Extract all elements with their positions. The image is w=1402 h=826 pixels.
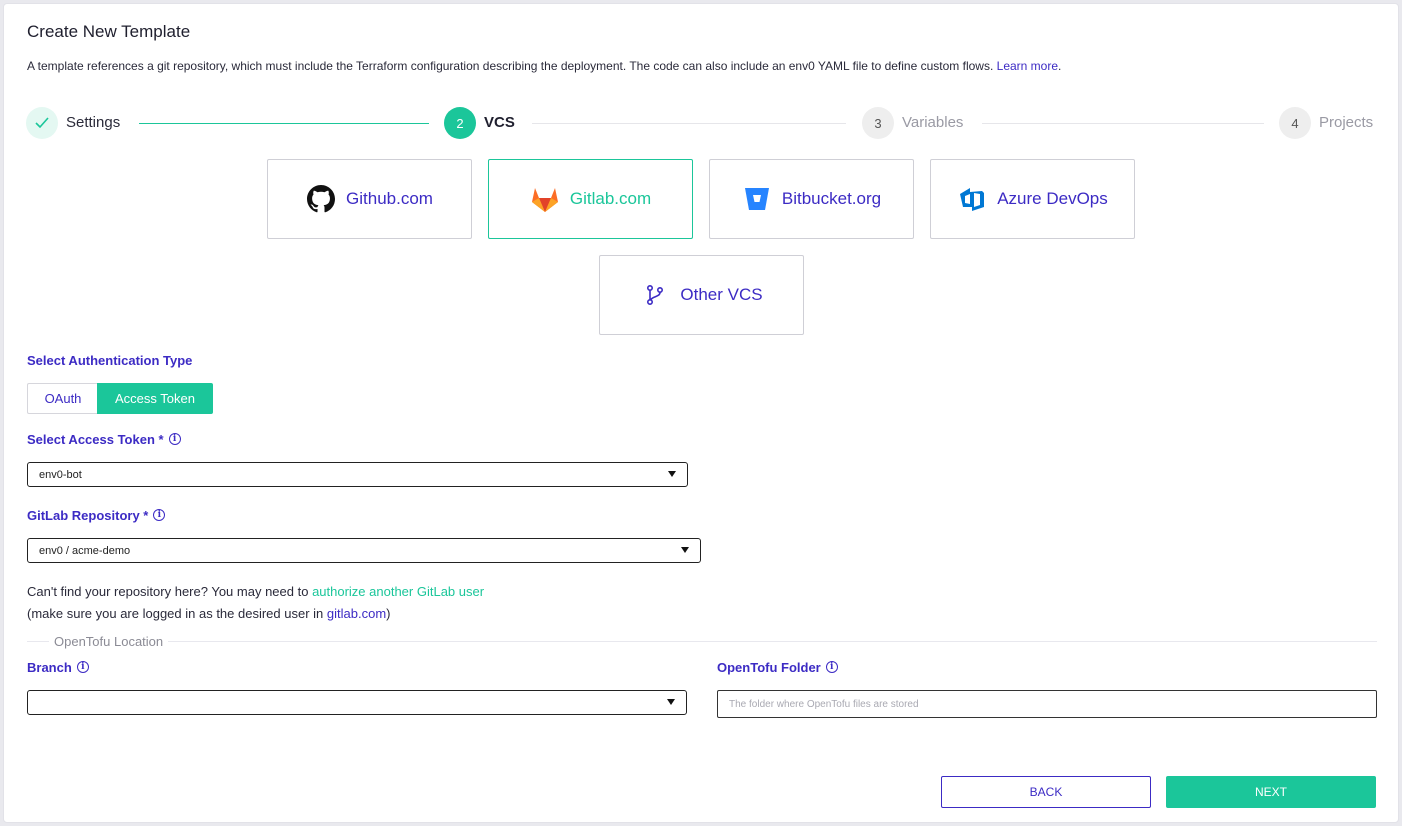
gitlab-com-link[interactable]: gitlab.com: [327, 606, 386, 621]
branch-label: Branch: [27, 660, 72, 675]
branch-label-wrap: Branch i: [27, 660, 89, 675]
bitbucket-icon: [742, 184, 772, 214]
helper-text: (make sure you are logged in as the desi…: [27, 606, 324, 621]
step-4-circle: 4: [1279, 107, 1311, 139]
step-3-circle: 3: [862, 107, 894, 139]
access-token-label-wrap: Select Access Token * i: [27, 432, 181, 447]
chevron-down-icon: [668, 471, 676, 477]
description-text: A template references a git repository, …: [27, 59, 994, 73]
repository-value: env0 / acme-demo: [39, 544, 131, 557]
opentofu-folder-label-wrap: OpenTofu Folder i: [717, 660, 838, 675]
create-template-card: Create New Template A template reference…: [3, 3, 1399, 823]
info-icon[interactable]: i: [168, 433, 181, 445]
auth-option-oauth[interactable]: OAuth: [27, 383, 98, 414]
git-branch-icon: [640, 280, 670, 310]
azure-devops-icon: [957, 184, 987, 214]
repository-label: GitLab Repository *: [27, 508, 149, 523]
helper-text: Can't find your repository here? You may…: [27, 584, 309, 599]
access-token-label: Select Access Token *: [27, 432, 164, 447]
step-2-circle: 2: [444, 107, 476, 139]
github-icon: [306, 184, 336, 214]
opentofu-folder-input[interactable]: [717, 690, 1377, 718]
auth-option-access-token[interactable]: Access Token: [97, 383, 213, 414]
step-2-label: VCS: [484, 114, 515, 131]
back-button[interactable]: BACK: [941, 776, 1151, 808]
repository-helper-line-1: Can't find your repository here? You may…: [27, 584, 484, 599]
step-connector-3: [982, 123, 1264, 124]
gitlab-icon: [530, 184, 560, 214]
learn-more-link[interactable]: Learn more: [997, 59, 1058, 73]
page-title: Create New Template: [27, 22, 191, 41]
page-description: A template references a git repository, …: [27, 59, 1061, 73]
vcs-option-github[interactable]: Github.com: [267, 159, 472, 239]
step-3-label: Variables: [902, 114, 964, 131]
next-button[interactable]: NEXT: [1166, 776, 1376, 808]
access-token-value: env0-bot: [39, 468, 82, 481]
repository-label-wrap: GitLab Repository * i: [27, 508, 166, 523]
vcs-option-label: Azure DevOps: [997, 189, 1108, 208]
vcs-option-gitlab[interactable]: Gitlab.com: [488, 159, 693, 239]
vcs-option-label: Gitlab.com: [569, 189, 652, 208]
repository-helper-line-2: (make sure you are logged in as the desi…: [27, 606, 391, 621]
info-icon[interactable]: i: [825, 661, 838, 673]
helper-text-suffix: ): [386, 606, 391, 621]
step-4-label: Projects: [1319, 114, 1374, 131]
access-token-select[interactable]: env0-bot: [27, 462, 688, 487]
chevron-down-icon: [681, 547, 689, 553]
branch-select[interactable]: [27, 690, 687, 715]
auth-type-label: Select Authentication Type: [27, 353, 193, 368]
vcs-option-label: Other VCS: [680, 285, 763, 304]
step-1-circle: [26, 107, 58, 139]
opentofu-folder-label: OpenTofu Folder: [717, 660, 821, 675]
authorize-gitlab-user-link[interactable]: authorize another GitLab user: [312, 584, 484, 599]
step-connector-2: [532, 123, 846, 124]
chevron-down-icon: [667, 699, 675, 705]
check-icon: [35, 117, 49, 129]
step-1-label: Settings: [66, 114, 121, 131]
info-icon[interactable]: i: [153, 509, 166, 521]
info-icon[interactable]: i: [76, 661, 89, 673]
vcs-option-label: Bitbucket.org: [781, 189, 882, 208]
vcs-option-azure-devops[interactable]: Azure DevOps: [930, 159, 1135, 239]
location-divider: [27, 641, 1377, 642]
location-legend: OpenTofu Location: [49, 634, 169, 649]
description-suffix: .: [1058, 59, 1062, 73]
vcs-option-label: Github.com: [346, 189, 433, 208]
vcs-option-other[interactable]: Other VCS: [599, 255, 804, 335]
vcs-option-bitbucket[interactable]: Bitbucket.org: [709, 159, 914, 239]
step-connector-1: [139, 123, 429, 124]
repository-select[interactable]: env0 / acme-demo: [27, 538, 701, 563]
